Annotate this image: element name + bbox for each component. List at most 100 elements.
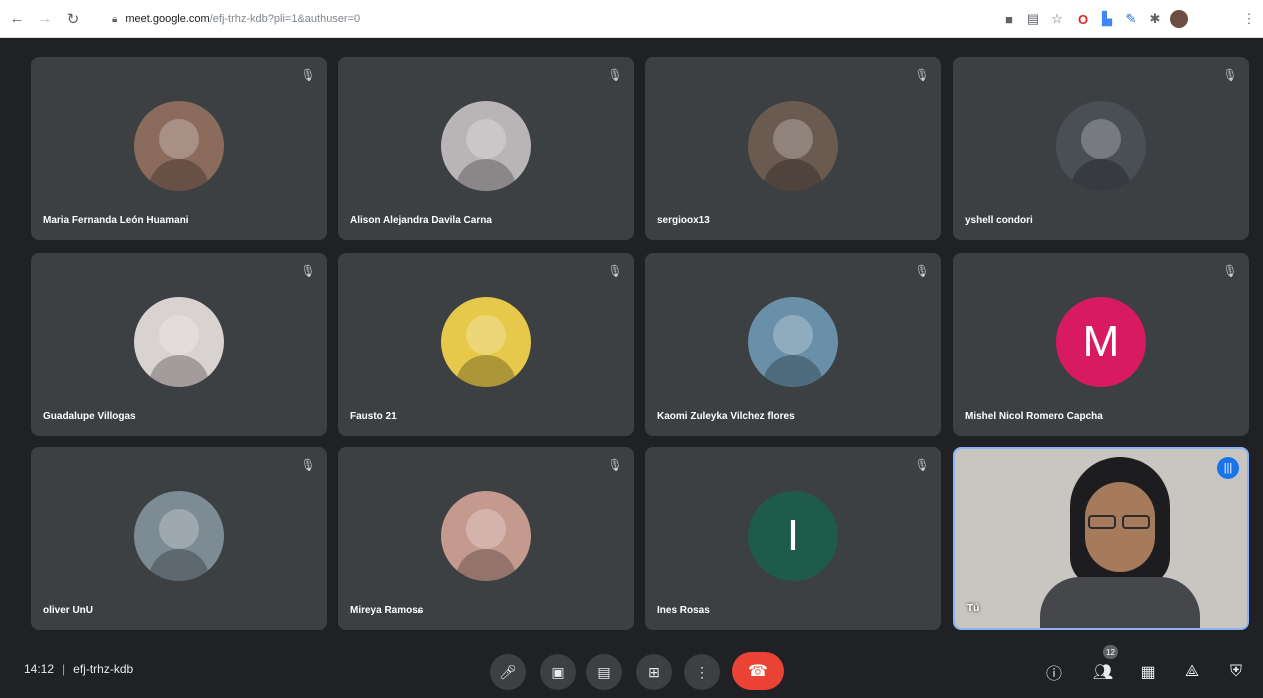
separator: | bbox=[62, 662, 66, 676]
self-tile[interactable]: ||| Tú bbox=[953, 447, 1249, 630]
avatar-photo bbox=[134, 101, 224, 191]
avatar-photo bbox=[134, 491, 224, 581]
avatar-photo bbox=[134, 297, 224, 387]
participant-name: Mireya Ramosɕ bbox=[350, 605, 424, 616]
participant-name: sergioox13 bbox=[657, 215, 710, 226]
participant-name: Mishel Nicol Romero Capcha bbox=[965, 411, 1103, 422]
participant-tile[interactable]: 🎙︎ sergioox13 bbox=[645, 57, 941, 240]
avatar-figure bbox=[159, 509, 199, 549]
participant-tile[interactable]: 🎙︎ yshell condori bbox=[953, 57, 1249, 240]
pen-icon[interactable]: ✎ bbox=[1120, 8, 1142, 30]
reload-icon[interactable]: ↻ bbox=[62, 8, 84, 30]
avatar-letter: M bbox=[1056, 297, 1146, 387]
speaking-indicator-icon: ||| bbox=[1217, 457, 1239, 479]
camera-button[interactable]: ▣ bbox=[540, 654, 576, 690]
reader-icon[interactable]: ▤ bbox=[1022, 8, 1044, 30]
forward-icon[interactable]: → bbox=[34, 8, 56, 30]
url-host: meet.google.com bbox=[125, 13, 210, 25]
avatar-figure-body bbox=[763, 159, 823, 191]
mic-muted-icon: 🎙︎ bbox=[1222, 68, 1238, 82]
people-icon: 👥︎ bbox=[1092, 664, 1114, 681]
people-button[interactable]: 👥︎ bbox=[1089, 658, 1117, 686]
self-video bbox=[1040, 457, 1200, 628]
avatar-figure-body bbox=[763, 355, 823, 387]
participant-tile[interactable]: 🎙︎ Fausto 21 bbox=[338, 253, 634, 436]
avatar-figure bbox=[466, 315, 506, 355]
avatar-figure-body bbox=[456, 159, 516, 191]
participant-tile[interactable]: 🎙︎ M Mishel Nicol Romero Capcha bbox=[953, 253, 1249, 436]
avatar-figure bbox=[466, 509, 506, 549]
participant-tile[interactable]: 🎙︎ oliver UnU bbox=[31, 447, 327, 630]
avatar-figure-body bbox=[456, 355, 516, 387]
avatar-photo bbox=[748, 297, 838, 387]
host-controls-button[interactable]: ⛨ bbox=[1222, 658, 1250, 686]
mic-muted-icon: 🎙︎ bbox=[607, 458, 623, 472]
menu-dots-icon[interactable]: ⋮ bbox=[1238, 8, 1260, 30]
bottom-control-bar: 14:12 | efj-trhz-kdb 🎤︎ ▣ ▤ ⊞ ⋮ ☎︎ ⓘ 👥︎ … bbox=[0, 640, 1263, 698]
browser-toolbar: ← → ↻ 🔒︎ meet.google.com /efj-trhz-kdb?p… bbox=[0, 0, 1263, 38]
participant-name: Maria Fernanda León Huamani bbox=[43, 215, 189, 226]
participant-tile[interactable]: 🎙︎ Alison Alejandra Davila Carna bbox=[338, 57, 634, 240]
chat-icon: ▦ bbox=[1140, 664, 1156, 681]
participant-tile[interactable]: 🎙︎ Guadalupe Villogas bbox=[31, 253, 327, 436]
meeting-details: 14:12 | efj-trhz-kdb bbox=[24, 662, 133, 676]
participant-name: Fausto 21 bbox=[350, 411, 397, 422]
participant-name: Kaomi Zuleyka Vilchez flores bbox=[657, 411, 795, 422]
participant-tile[interactable]: 🎙︎ Kaomi Zuleyka Vilchez flores bbox=[645, 253, 941, 436]
url-path: /efj-trhz-kdb?pli=1&authuser=0 bbox=[209, 13, 361, 25]
avatar-figure bbox=[1081, 119, 1121, 159]
self-name: Tú bbox=[967, 603, 980, 614]
activities-icon: ⟁ bbox=[1184, 663, 1200, 680]
mic-muted-icon: 🎙︎ bbox=[607, 68, 623, 82]
avatar-figure-body bbox=[149, 355, 209, 387]
avatar-letter: I bbox=[748, 491, 838, 581]
mic-muted-icon: 🎙︎ bbox=[914, 68, 930, 82]
participant-tile[interactable]: 🎙︎ Maria Fernanda León Huamani bbox=[31, 57, 327, 240]
captions-icon: ▤ bbox=[597, 663, 611, 680]
avatar-figure-body bbox=[149, 159, 209, 191]
captions-button[interactable]: ▤ bbox=[586, 654, 622, 690]
present-button[interactable]: ⊞ bbox=[636, 654, 672, 690]
avatar-photo bbox=[441, 297, 531, 387]
clock-time: 14:12 bbox=[24, 662, 55, 676]
participant-tile[interactable]: 🎙︎ Mireya Ramosɕ bbox=[338, 447, 634, 630]
camera-icon: ▣ bbox=[551, 663, 565, 680]
docs-icon[interactable]: ▙ bbox=[1096, 8, 1118, 30]
more-options-button[interactable]: ⋮ bbox=[684, 654, 720, 690]
avatar-figure bbox=[159, 315, 199, 355]
present-icon: ⊞ bbox=[648, 663, 660, 680]
meeting-code: efj-trhz-kdb bbox=[73, 662, 134, 676]
hang-up-icon: ☎︎ bbox=[748, 663, 768, 680]
mic-muted-icon: 🎙︎ bbox=[914, 264, 930, 278]
extensions-icon[interactable]: ✱ bbox=[1144, 8, 1166, 30]
mic-muted-icon: 🎙︎ bbox=[914, 458, 930, 472]
opera-icon[interactable]: O bbox=[1072, 8, 1094, 30]
meeting-info-button[interactable]: ⓘ bbox=[1040, 658, 1068, 686]
participant-name: yshell condori bbox=[965, 215, 1033, 226]
lock-icon[interactable]: 🔒︎ bbox=[112, 14, 117, 25]
avatar-figure bbox=[466, 119, 506, 159]
profile-avatar[interactable] bbox=[1168, 8, 1190, 30]
participant-tile[interactable]: 🎙︎ I Ines Rosas bbox=[645, 447, 941, 630]
participant-name: Ines Rosas bbox=[657, 605, 710, 616]
address-bar[interactable]: 🔒︎ meet.google.com /efj-trhz-kdb?pli=1&a… bbox=[112, 8, 360, 30]
end-call-button[interactable]: ☎︎ bbox=[732, 652, 784, 690]
mic-muted-icon: 🎙︎ bbox=[300, 458, 316, 472]
shield-icon: ⛨ bbox=[1229, 663, 1242, 680]
avatar-photo bbox=[1056, 101, 1146, 191]
avatar-figure-body bbox=[456, 549, 516, 581]
camera-blocked-icon[interactable]: ■ bbox=[998, 8, 1020, 30]
avatar-photo bbox=[441, 101, 531, 191]
back-icon[interactable]: ← bbox=[6, 8, 28, 30]
star-icon[interactable]: ☆ bbox=[1046, 8, 1068, 30]
avatar-photo bbox=[441, 491, 531, 581]
mic-muted-icon: 🎙︎ bbox=[607, 264, 623, 278]
chat-button[interactable]: ▦ bbox=[1134, 658, 1162, 686]
participant-count-badge: 12 bbox=[1103, 645, 1118, 659]
avatar-figure-body bbox=[1071, 159, 1131, 191]
mic-muted-icon: 🎙︎ bbox=[300, 68, 316, 82]
mic-button[interactable]: 🎤︎ bbox=[490, 654, 526, 690]
participant-name: oliver UnU bbox=[43, 605, 94, 616]
activities-button[interactable]: ⟁ bbox=[1178, 658, 1206, 686]
more-vert-icon: ⋮ bbox=[695, 663, 709, 680]
